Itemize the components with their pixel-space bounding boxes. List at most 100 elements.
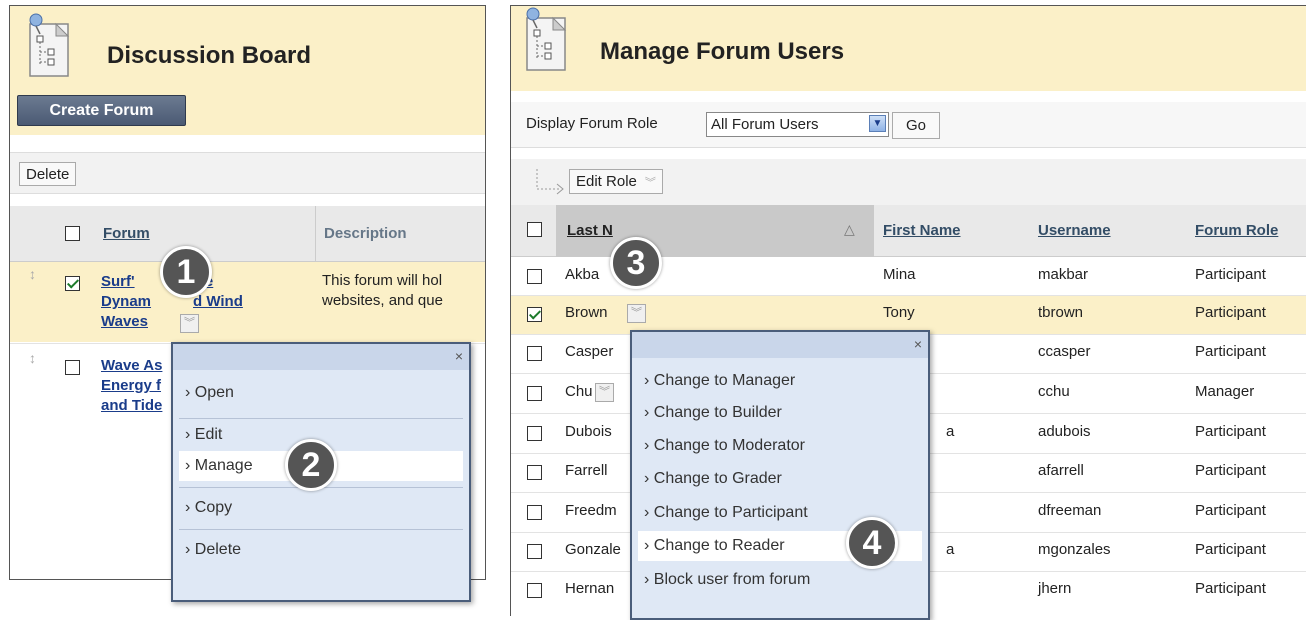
- forum-line2b: d Wind: [193, 293, 243, 310]
- column-forum[interactable]: Forum: [103, 225, 150, 242]
- row-checkbox[interactable]: [527, 544, 542, 559]
- row-divider: [511, 295, 1306, 296]
- edit-role-button[interactable]: Edit Role ︾: [569, 169, 663, 194]
- username: makbar: [1038, 266, 1089, 283]
- row-checkbox[interactable]: [527, 465, 542, 480]
- step-badge-4: 4: [846, 517, 898, 569]
- forum-role: Participant: [1195, 462, 1266, 479]
- username: dfreeman: [1038, 502, 1102, 519]
- table-header: Forum Description: [10, 206, 485, 262]
- username: cchu: [1038, 383, 1070, 400]
- username: mgonzales: [1038, 541, 1111, 558]
- last-name: Farrell: [565, 462, 608, 479]
- discussion-board-icon: [526, 7, 567, 71]
- menu-item-label: Open: [194, 384, 234, 401]
- username: afarrell: [1038, 462, 1084, 479]
- select-all-checkbox[interactable]: [527, 222, 542, 237]
- arrow-connector-icon: [536, 169, 564, 195]
- menu-item-label: Change to Builder: [653, 404, 782, 421]
- action-bar: Delete: [10, 152, 485, 194]
- forum-line3: Waves: [101, 313, 148, 330]
- menu-header: [173, 344, 469, 370]
- action-bar: Edit Role ︾: [511, 159, 1306, 205]
- row-checkbox[interactable]: [527, 346, 542, 361]
- context-menu-chevron-icon[interactable]: ︾: [595, 383, 614, 402]
- column-first-name[interactable]: First Name: [883, 222, 961, 239]
- forum-title-link[interactable]: Wave As Energy f and Tide: [101, 356, 162, 416]
- menu-item-delete[interactable]: › Delete: [179, 535, 463, 565]
- context-menu-chevron-icon[interactable]: ︾: [180, 314, 199, 333]
- forum-role: Participant: [1195, 423, 1266, 440]
- username: tbrown: [1038, 304, 1084, 321]
- menu-item-open[interactable]: › Open: [179, 378, 463, 408]
- forum-line3: and Tide: [101, 397, 163, 414]
- filter-label: Display Forum Role: [526, 115, 658, 132]
- forum-role: Participant: [1195, 343, 1266, 360]
- forum-role-select[interactable]: All Forum Users ▼: [706, 112, 889, 137]
- menu-item-label: Change to Grader: [653, 470, 782, 487]
- row-checkbox[interactable]: [65, 360, 80, 375]
- menu-item-label: Change to Reader: [653, 537, 785, 554]
- close-icon[interactable]: ×: [914, 336, 922, 352]
- row-checkbox[interactable]: [527, 426, 542, 441]
- page-header: Discussion Board Create Forum: [10, 6, 485, 135]
- drag-handle-icon[interactable]: ↕: [29, 350, 36, 366]
- row-checkbox[interactable]: [527, 386, 542, 401]
- page-title: Manage Forum Users: [600, 38, 845, 65]
- select-all-checkbox[interactable]: [65, 226, 80, 241]
- drag-handle-icon[interactable]: ↕: [29, 266, 36, 282]
- last-name: Hernan: [565, 580, 615, 597]
- menu-item-change-to-grader[interactable]: › Change to Grader: [638, 464, 922, 494]
- menu-item-label: Change to Participant: [653, 504, 808, 521]
- edit-role-label: Edit Role: [576, 173, 637, 190]
- step-badge-3: 3: [610, 237, 662, 289]
- username: jhern: [1038, 580, 1072, 597]
- step-badge-1: 1: [160, 246, 212, 298]
- row-checkbox[interactable]: [527, 505, 542, 520]
- menu-item-label: Delete: [194, 541, 242, 558]
- menu-item-copy[interactable]: › Copy: [179, 493, 463, 523]
- forum-role: Participant: [1195, 541, 1266, 558]
- menu-item-change-to-manager[interactable]: › Change to Manager: [638, 366, 922, 396]
- description-line: This forum will hol: [322, 272, 443, 289]
- menu-item-label: Change to Manager: [653, 372, 796, 389]
- column-username[interactable]: Username: [1038, 222, 1111, 239]
- step-badge-2: 2: [285, 439, 337, 491]
- description-line: websites, and que: [322, 292, 443, 309]
- role-context-menu: × › Change to Manager › Change to Builde…: [630, 330, 930, 620]
- close-icon[interactable]: ×: [455, 348, 463, 364]
- sort-ascending-icon[interactable]: △: [844, 221, 855, 238]
- filter-bar: Display Forum Role All Forum Users ▼ Go: [511, 102, 1306, 148]
- last-name: Akba: [565, 266, 600, 283]
- forum-role: Participant: [1195, 266, 1266, 283]
- last-name: Brown: [565, 304, 608, 321]
- last-name: Casper: [565, 343, 614, 360]
- menu-header: [632, 332, 928, 358]
- create-forum-button[interactable]: Create Forum: [17, 95, 186, 126]
- menu-item-label: Change to Moderator: [653, 437, 805, 454]
- row-checkbox[interactable]: [527, 583, 542, 598]
- forum-role: Participant: [1195, 580, 1266, 597]
- menu-item-block-user[interactable]: › Block user from forum: [638, 565, 922, 595]
- menu-separator: [179, 418, 463, 419]
- go-button[interactable]: Go: [892, 112, 941, 139]
- chevron-down-icon: ▼: [869, 115, 886, 132]
- first-name: Tony: [883, 304, 915, 321]
- menu-item-change-to-moderator[interactable]: › Change to Moderator: [638, 431, 922, 461]
- menu-item-label: Edit: [194, 426, 223, 443]
- last-name: Chu: [565, 383, 593, 400]
- last-name: Freedm: [565, 502, 617, 519]
- row-checkbox[interactable]: [527, 269, 542, 284]
- menu-item-label: Copy: [194, 499, 233, 516]
- first-name: a: [946, 423, 955, 440]
- column-forum-role[interactable]: Forum Role: [1195, 222, 1278, 239]
- delete-button[interactable]: Delete: [19, 162, 77, 186]
- context-menu-chevron-icon[interactable]: ︾: [627, 304, 646, 323]
- forum-role: Manager: [1195, 383, 1255, 400]
- forum-line2: Energy f: [101, 377, 162, 394]
- row-checkbox[interactable]: [527, 307, 542, 322]
- discussion-board-icon: [29, 13, 70, 77]
- row-checkbox[interactable]: [65, 276, 80, 291]
- column-last-name[interactable]: Last N: [567, 222, 613, 239]
- menu-item-change-to-builder[interactable]: › Change to Builder: [638, 398, 922, 428]
